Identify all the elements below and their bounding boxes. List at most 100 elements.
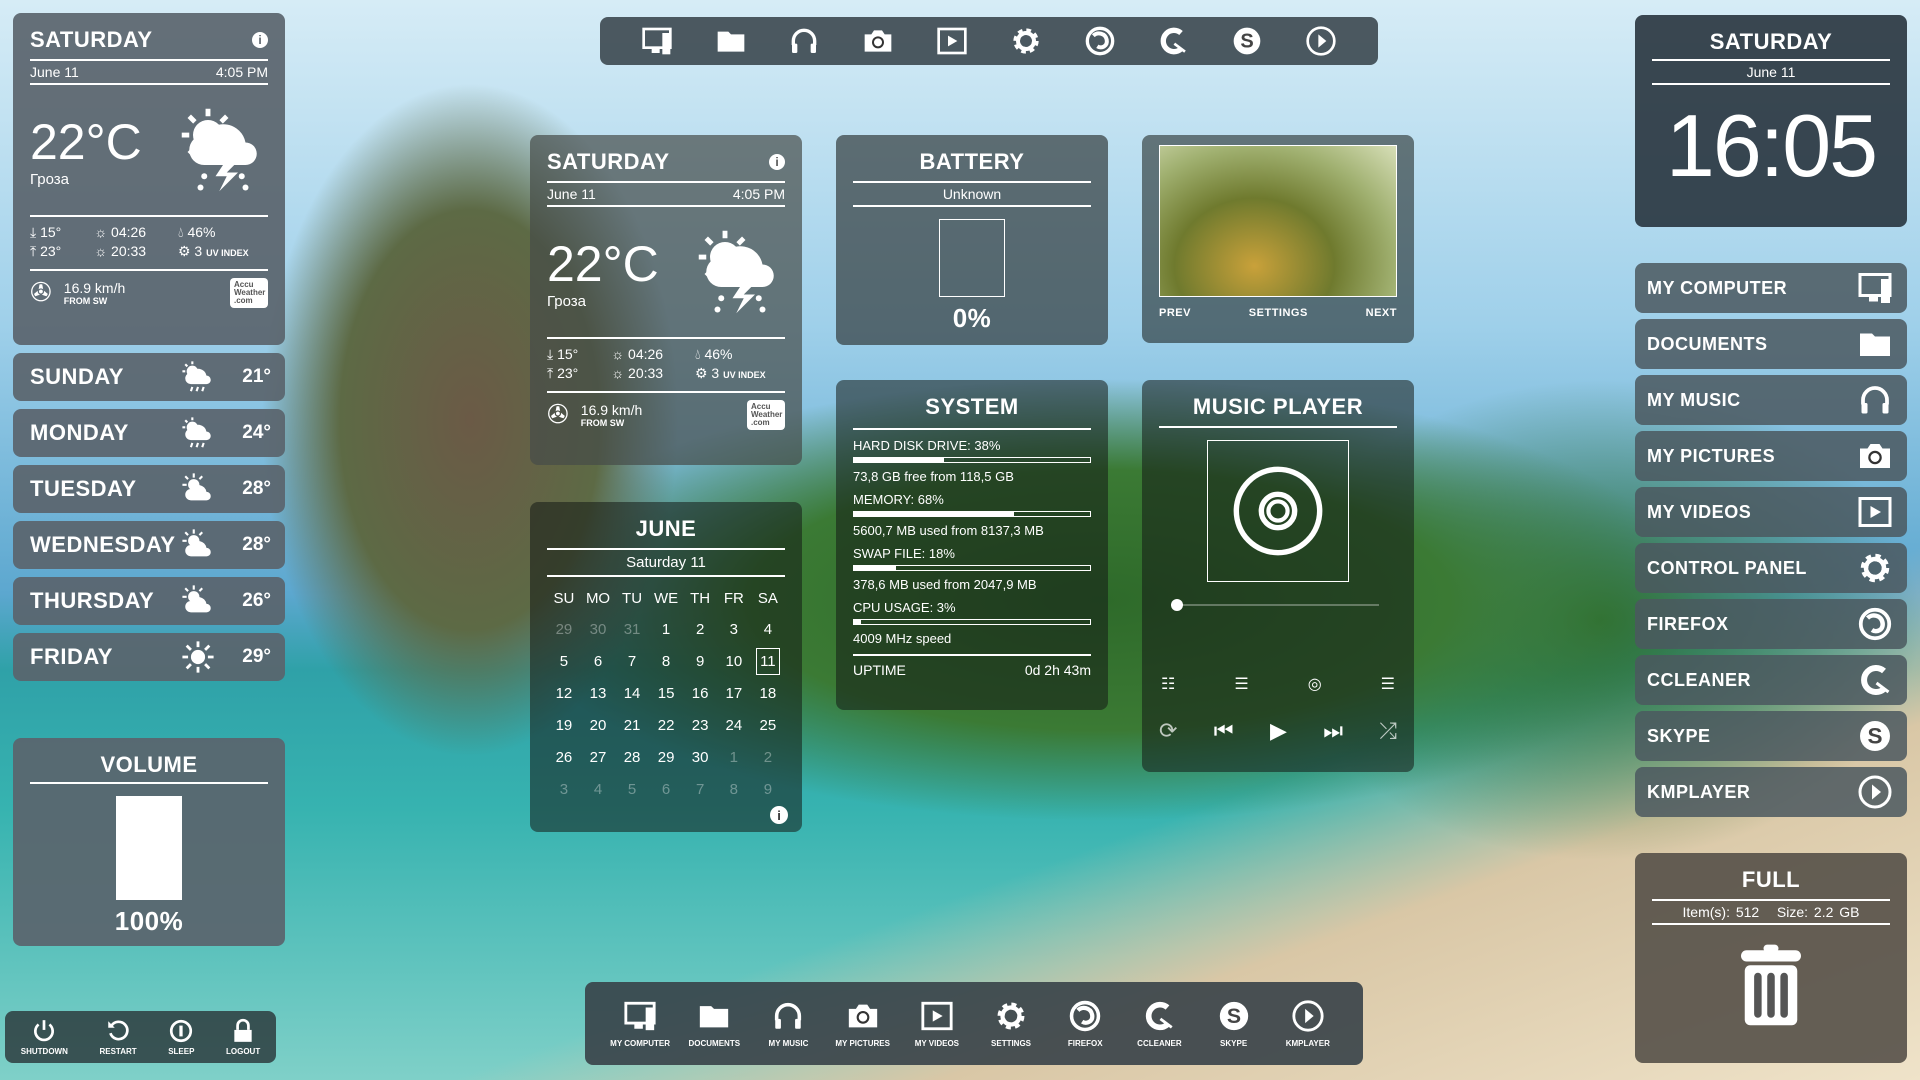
seek-bar[interactable] <box>1171 599 1379 611</box>
shortcut-firefox[interactable]: FIREFOX <box>1635 599 1907 649</box>
dock-item[interactable]: KMPLAYER <box>1273 999 1343 1048</box>
calendar-day[interactable]: 30 <box>683 741 717 773</box>
playlist-add-icon[interactable]: ☷ <box>1161 674 1175 694</box>
dock-video-button[interactable] <box>936 25 968 57</box>
calendar-day[interactable]: 21 <box>615 709 649 741</box>
calendar-day[interactable]: 22 <box>649 709 683 741</box>
forecast-row[interactable]: SUNDAY 21° <box>13 353 285 401</box>
shortcut-my-pictures[interactable]: MY PICTURES <box>1635 431 1907 481</box>
calendar-day[interactable]: 27 <box>581 741 615 773</box>
calendar-day[interactable]: 1 <box>649 613 683 645</box>
calendar-day[interactable]: 7 <box>683 773 717 805</box>
shortcut-my-videos[interactable]: MY VIDEOS <box>1635 487 1907 537</box>
shortcut-skype[interactable]: SKYPE S <box>1635 711 1907 761</box>
calendar-day[interactable]: 6 <box>649 773 683 805</box>
calendar-day[interactable]: 10 <box>717 645 751 677</box>
shortcut-documents[interactable]: DOCUMENTS <box>1635 319 1907 369</box>
dock-item[interactable]: SETTINGS <box>976 999 1046 1048</box>
restart-button[interactable]: RESTART <box>99 1018 137 1056</box>
accuweather-logo[interactable]: Accu Weather .com <box>747 399 785 430</box>
calendar-day[interactable]: 6 <box>581 645 615 677</box>
shortcut-control-panel[interactable]: CONTROL PANEL <box>1635 543 1907 593</box>
forecast-row[interactable]: THURSDAY 26° <box>13 577 285 625</box>
dock-firefox-button[interactable] <box>1084 25 1116 57</box>
playlist-edit-icon[interactable]: ☰ <box>1234 674 1248 694</box>
dock-item[interactable]: CCLEANER <box>1124 999 1194 1048</box>
dock-item[interactable]: MY VIDEOS <box>902 999 972 1048</box>
calendar-day[interactable]: 9 <box>751 773 785 805</box>
calendar-day[interactable]: 25 <box>751 709 785 741</box>
play-icon[interactable]: ▶ <box>1270 718 1287 744</box>
calendar-day[interactable]: 31 <box>615 613 649 645</box>
calendar-day[interactable]: 17 <box>717 677 751 709</box>
dock-camera-button[interactable] <box>862 25 894 57</box>
dock-item[interactable]: DOCUMENTS <box>679 999 749 1048</box>
calendar-day[interactable]: 8 <box>649 645 683 677</box>
calendar-day[interactable]: 12 <box>547 677 581 709</box>
dock-headphones-button[interactable] <box>788 25 820 57</box>
shortcut-ccleaner[interactable]: CCLEANER <box>1635 655 1907 705</box>
prev-button[interactable]: PREV <box>1159 307 1191 319</box>
equalizer-icon[interactable]: ☰ <box>1381 674 1395 694</box>
calendar-day[interactable]: 16 <box>683 677 717 709</box>
forecast-row[interactable]: FRIDAY 29° <box>13 633 285 681</box>
calendar-day[interactable]: 1 <box>717 741 751 773</box>
forecast-row[interactable]: WEDNESDAY 28° <box>13 521 285 569</box>
calendar-day[interactable]: 7 <box>615 645 649 677</box>
dock-skype-button[interactable]: S <box>1231 25 1263 57</box>
shutdown-button[interactable]: SHUTDOWN <box>21 1018 68 1056</box>
dock-folder-button[interactable] <box>715 25 747 57</box>
calendar-day[interactable]: 26 <box>547 741 581 773</box>
calendar-day[interactable]: 24 <box>717 709 751 741</box>
shortcut-my-music[interactable]: MY MUSIC <box>1635 375 1907 425</box>
sleep-button[interactable]: SLEEP <box>168 1018 194 1056</box>
calendar-day[interactable]: 23 <box>683 709 717 741</box>
repeat-icon[interactable]: ⟳ <box>1159 718 1177 744</box>
dock-play-circle-button[interactable] <box>1305 25 1337 57</box>
photo-image[interactable] <box>1159 145 1397 297</box>
volume-slider[interactable] <box>116 796 182 900</box>
calendar-day[interactable]: 19 <box>547 709 581 741</box>
shuffle-icon[interactable]: ⤮ <box>1379 718 1397 744</box>
dock-item[interactable]: MY COMPUTER <box>605 999 675 1048</box>
calendar-day[interactable]: 29 <box>547 613 581 645</box>
dock-item[interactable]: MY MUSIC <box>753 999 823 1048</box>
calendar-day[interactable]: 9 <box>683 645 717 677</box>
calendar-day[interactable]: 2 <box>683 613 717 645</box>
calendar-day[interactable]: 4 <box>751 613 785 645</box>
dock-ccleaner-button[interactable] <box>1157 25 1189 57</box>
calendar-day[interactable]: 5 <box>615 773 649 805</box>
info-icon[interactable]: i <box>770 806 788 824</box>
info-icon[interactable]: i <box>769 154 785 170</box>
calendar-day[interactable]: 14 <box>615 677 649 709</box>
forecast-row[interactable]: MONDAY 24° <box>13 409 285 457</box>
recycle-bin-widget[interactable]: FULL Item(s): 512 Size: 2.2 GB <box>1635 853 1907 1063</box>
settings-button[interactable]: SETTINGS <box>1249 307 1308 319</box>
dock-item[interactable]: S SKYPE <box>1199 999 1269 1048</box>
calendar-day[interactable]: 3 <box>547 773 581 805</box>
next-track-icon[interactable]: ⏭ <box>1323 718 1343 744</box>
dock-gear-button[interactable] <box>1010 25 1042 57</box>
shortcut-my-computer[interactable]: MY COMPUTER <box>1635 263 1907 313</box>
previous-track-icon[interactable]: ⏮ <box>1214 718 1234 744</box>
info-icon[interactable]: i <box>252 32 268 48</box>
dock-monitor-button[interactable] <box>641 25 673 57</box>
calendar-day[interactable]: 13 <box>581 677 615 709</box>
accuweather-logo[interactable]: Accu Weather .com <box>230 277 268 308</box>
calendar-day[interactable]: 5 <box>547 645 581 677</box>
calendar-day[interactable]: 30 <box>581 613 615 645</box>
calendar-day[interactable]: 2 <box>751 741 785 773</box>
calendar-day-today[interactable]: 11 <box>751 645 785 677</box>
shortcut-kmplayer[interactable]: KMPLAYER <box>1635 767 1907 817</box>
next-button[interactable]: NEXT <box>1366 307 1397 319</box>
calendar-day[interactable]: 18 <box>751 677 785 709</box>
forecast-row[interactable]: TUESDAY 28° <box>13 465 285 513</box>
calendar-day[interactable]: 15 <box>649 677 683 709</box>
disc-small-icon[interactable]: ◎ <box>1308 674 1322 694</box>
calendar-day[interactable]: 4 <box>581 773 615 805</box>
logout-button[interactable]: LOGOUT <box>226 1018 260 1056</box>
dock-item[interactable]: FIREFOX <box>1050 999 1120 1048</box>
calendar-day[interactable]: 29 <box>649 741 683 773</box>
calendar-day[interactable]: 28 <box>615 741 649 773</box>
dock-item[interactable]: MY PICTURES <box>828 999 898 1048</box>
